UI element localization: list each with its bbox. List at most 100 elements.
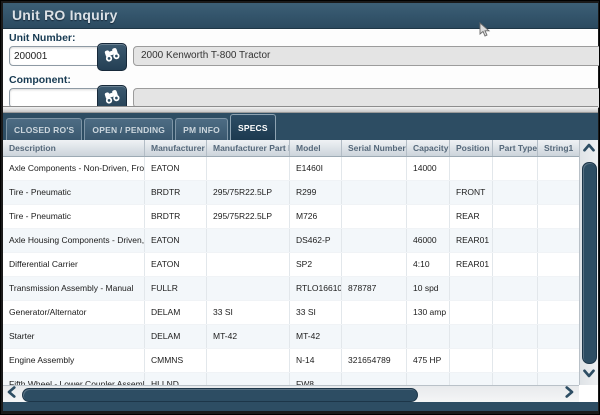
table-cell: CMMNS <box>145 349 207 372</box>
table-cell <box>407 205 450 228</box>
column-header-manufacturer[interactable]: Manufacturer <box>145 140 207 156</box>
unit-ro-inquiry-window: Unit RO Inquiry Unit Number: <box>0 0 600 415</box>
table-cell: 33 SI <box>207 301 290 324</box>
table-cell: E1460I <box>290 157 342 180</box>
unit-number-input[interactable] <box>9 46 101 66</box>
horizontal-scrollbar[interactable] <box>3 385 580 402</box>
column-header-description[interactable]: Description <box>3 140 145 156</box>
table-cell: BRDTR <box>145 205 207 228</box>
table-cell <box>450 301 493 324</box>
binoculars-icon <box>103 46 121 69</box>
column-header-model[interactable]: Model <box>290 140 342 156</box>
table-cell: REAR01 <box>450 253 493 276</box>
table-cell <box>538 181 579 204</box>
table-cell <box>207 373 290 385</box>
table-row[interactable]: Tire - PneumaticBRDTR295/75R22.5LPM726RE… <box>3 205 579 229</box>
chevron-up-icon <box>582 141 596 159</box>
table-cell: HLLND <box>145 373 207 385</box>
table-cell <box>342 253 407 276</box>
table-cell: N-14 <box>290 349 342 372</box>
table-cell: Tire - Pneumatic <box>3 181 145 204</box>
table-cell <box>342 373 407 385</box>
table-row[interactable]: Axle Housing Components - Driven, RearEA… <box>3 229 579 253</box>
tab-open-pending[interactable]: OPEN / PENDING <box>84 118 173 140</box>
table-cell <box>538 253 579 276</box>
tab-specs[interactable]: SPECS <box>230 114 276 140</box>
table-cell: 4:10 <box>407 253 450 276</box>
table-cell: REAR <box>450 205 493 228</box>
table-cell: RTLO16610B <box>290 277 342 300</box>
table-row[interactable]: Engine AssemblyCMMNSN-14321654789475 HP <box>3 349 579 373</box>
table-cell <box>493 157 538 180</box>
table-cell <box>342 157 407 180</box>
table-cell: DELAM <box>145 301 207 324</box>
table-cell: FRONT <box>450 181 493 204</box>
table-cell: R299 <box>290 181 342 204</box>
title-bar: Unit RO Inquiry <box>3 3 598 29</box>
scroll-left-button[interactable] <box>3 386 21 402</box>
unit-description-field: 2000 Kenworth T-800 Tractor <box>133 46 600 66</box>
table-cell <box>493 229 538 252</box>
table-row[interactable]: Tire - PneumaticBRDTR295/75R22.5LPR299 FR… <box>3 181 579 205</box>
scroll-up-button[interactable] <box>580 140 598 160</box>
scrollbar-corner <box>579 385 598 402</box>
column-header-position[interactable]: Position <box>450 140 493 156</box>
table-row[interactable]: Differential CarrierEATONSP24:10REAR01 <box>3 253 579 277</box>
tab-pm-info[interactable]: PM INFO <box>175 118 228 140</box>
component-input[interactable] <box>9 88 101 108</box>
column-header-string1[interactable]: String1 <box>538 140 579 156</box>
table-cell <box>493 205 538 228</box>
table-cell <box>342 181 407 204</box>
scroll-right-button[interactable] <box>560 386 578 402</box>
table-cell: MT-42 <box>207 325 290 348</box>
table-cell <box>450 277 493 300</box>
table-cell <box>538 157 579 180</box>
chevron-right-icon <box>563 385 575 404</box>
page-title: Unit RO Inquiry <box>3 3 118 23</box>
table-cell: 33 SI <box>290 301 342 324</box>
table-cell <box>538 325 579 348</box>
table-cell: BRDTR <box>145 181 207 204</box>
table-cell: FW8 <box>290 373 342 385</box>
tab-closed-ros[interactable]: CLOSED RO'S <box>6 118 82 140</box>
table-cell <box>493 349 538 372</box>
table-cell: Starter <box>3 325 145 348</box>
table-cell: MT-42 <box>290 325 342 348</box>
table-cell <box>493 253 538 276</box>
table-cell: 14000 <box>407 157 450 180</box>
scroll-down-button[interactable] <box>580 365 598 385</box>
table-cell <box>538 373 579 385</box>
table-row[interactable]: Axle Components - Non-Driven, FrontEATON… <box>3 157 579 181</box>
table-cell: EATON <box>145 253 207 276</box>
column-header-manufacturer-part-id[interactable]: Manufacturer Part ID <box>207 140 290 156</box>
panel-divider <box>3 106 598 113</box>
table-cell <box>207 277 290 300</box>
table-cell: 295/75R22.5LP <box>207 181 290 204</box>
table-row[interactable]: Transmission Assembly - ManualFULLRRTLO1… <box>3 277 579 301</box>
table-cell <box>342 205 407 228</box>
window-content: Unit RO Inquiry Unit Number: <box>3 3 598 411</box>
table-cell <box>407 373 450 385</box>
horizontal-scroll-thumb[interactable] <box>22 388 418 402</box>
table-cell: 295/75R22.5LP <box>207 205 290 228</box>
table-cell: DS462-P <box>290 229 342 252</box>
vertical-scroll-thumb[interactable] <box>582 162 597 364</box>
column-header-part-type[interactable]: Part Type <box>493 140 538 156</box>
unit-search-button[interactable] <box>97 43 127 71</box>
table-cell: Axle Housing Components - Driven, Rear <box>3 229 145 252</box>
table-cell: Differential Carrier <box>3 253 145 276</box>
table-cell: EATON <box>145 229 207 252</box>
table-row[interactable]: Generator/AlternatorDELAM33 SI33 SI130 a… <box>3 301 579 325</box>
vertical-scrollbar[interactable] <box>579 140 598 385</box>
table-row[interactable]: Fifth Wheel - Lower Coupler AssemblyHLLN… <box>3 373 579 385</box>
table-cell <box>207 229 290 252</box>
table-body: Axle Components - Non-Driven, FrontEATON… <box>3 157 579 385</box>
table-cell <box>450 349 493 372</box>
column-header-capacity[interactable]: Capacity <box>407 140 450 156</box>
table-row[interactable]: StarterDELAMMT-42MT-42 <box>3 325 579 349</box>
specs-table: Description Manufacturer Manufacturer Pa… <box>3 140 579 385</box>
table-cell <box>207 157 290 180</box>
form-panel: Unit Number: <box>3 29 598 106</box>
table-cell <box>342 301 407 324</box>
column-header-serial-number[interactable]: Serial Number <box>342 140 407 156</box>
